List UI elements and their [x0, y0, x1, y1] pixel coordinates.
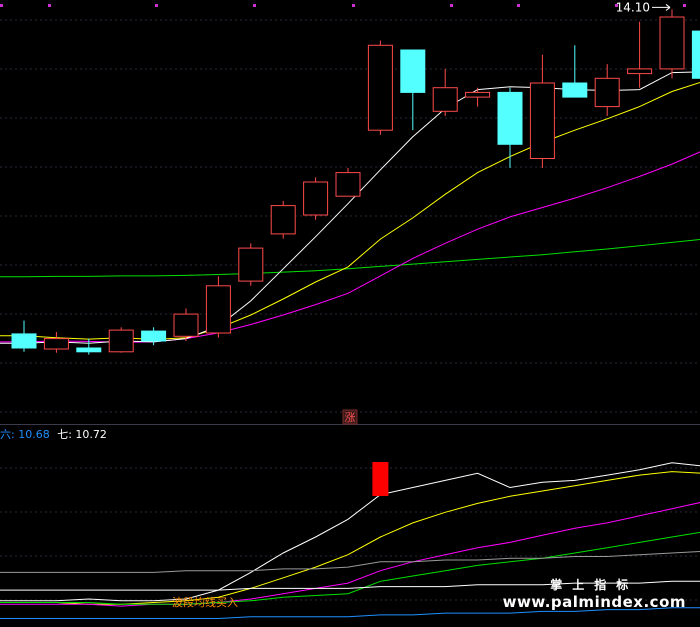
ma-line-ma20 — [0, 151, 700, 343]
ma-line-ma10 — [0, 81, 700, 341]
candle-body — [270, 205, 296, 235]
watermark: 掌上指标 www.palmindex.com — [503, 576, 686, 611]
candle-body — [173, 313, 199, 337]
candle — [43, 332, 69, 353]
ma-line-ma5 — [0, 71, 700, 344]
candle — [108, 327, 134, 353]
candle-body — [594, 77, 620, 108]
signal-badge-text: 涨 — [345, 411, 356, 424]
candle-body — [303, 181, 329, 216]
candle — [432, 68, 458, 117]
candle-body — [335, 172, 361, 197]
candle-body — [141, 330, 167, 342]
top-marker — [155, 4, 158, 7]
candle — [659, 9, 685, 79]
top-marker — [683, 4, 686, 7]
candle — [238, 243, 264, 286]
candle — [173, 308, 199, 341]
candle — [205, 276, 231, 338]
candle-body — [11, 333, 37, 349]
watermark-url: www.palmindex.com — [502, 593, 686, 611]
legend-item-seven: 七: 10.72 — [57, 428, 107, 441]
candle — [627, 21, 653, 88]
sub-signal-bar — [372, 462, 389, 496]
ma-line-ma60 — [0, 239, 700, 278]
candle-body — [497, 91, 523, 145]
candle — [465, 87, 491, 107]
watermark-title: 掌上指标 — [550, 578, 639, 592]
sub-indicator-legend: 六: 10.68 七: 10.72 — [0, 426, 111, 442]
candle — [529, 54, 555, 168]
sub-series-line — [0, 548, 700, 573]
top-marker — [352, 4, 355, 7]
signal-badge: 涨 — [342, 409, 358, 425]
candle — [497, 87, 523, 168]
candle-body — [465, 91, 491, 98]
candle-body — [529, 82, 555, 159]
candle-body — [400, 49, 426, 93]
kline-chart[interactable]: 14.10 涨波段均线买入 — [0, 0, 700, 627]
max-price-label: 14.10 — [616, 0, 650, 14]
top-marker — [517, 4, 520, 7]
candle-body — [562, 82, 588, 98]
top-marker — [253, 4, 256, 7]
candle — [11, 320, 37, 352]
candle — [270, 200, 296, 239]
candle-body — [76, 347, 102, 353]
candle-body — [205, 285, 231, 334]
ma-lines — [0, 71, 700, 344]
candle — [335, 167, 361, 197]
top-marker — [0, 4, 3, 7]
candle-body — [691, 30, 700, 79]
candle — [367, 40, 393, 135]
candle — [303, 177, 329, 220]
stock-chart-screen: 14.10 涨波段均线买入 六: 10.68 七: 10.72 掌上指标 www.… — [0, 0, 700, 627]
candle — [562, 45, 588, 98]
candle-body — [43, 338, 69, 350]
candle-body — [432, 87, 458, 112]
candles — [11, 9, 700, 355]
legend-item-six: 六: 10.68 — [0, 428, 50, 441]
candle-body — [238, 247, 264, 282]
top-marker — [48, 4, 51, 7]
buy-signal-annotation: 波段均线买入 — [172, 595, 238, 609]
candle-body — [367, 44, 393, 131]
candle-body — [659, 16, 685, 70]
candle-body — [627, 68, 653, 75]
top-marker — [450, 4, 453, 7]
candle — [594, 64, 620, 117]
candle-body — [108, 329, 134, 353]
